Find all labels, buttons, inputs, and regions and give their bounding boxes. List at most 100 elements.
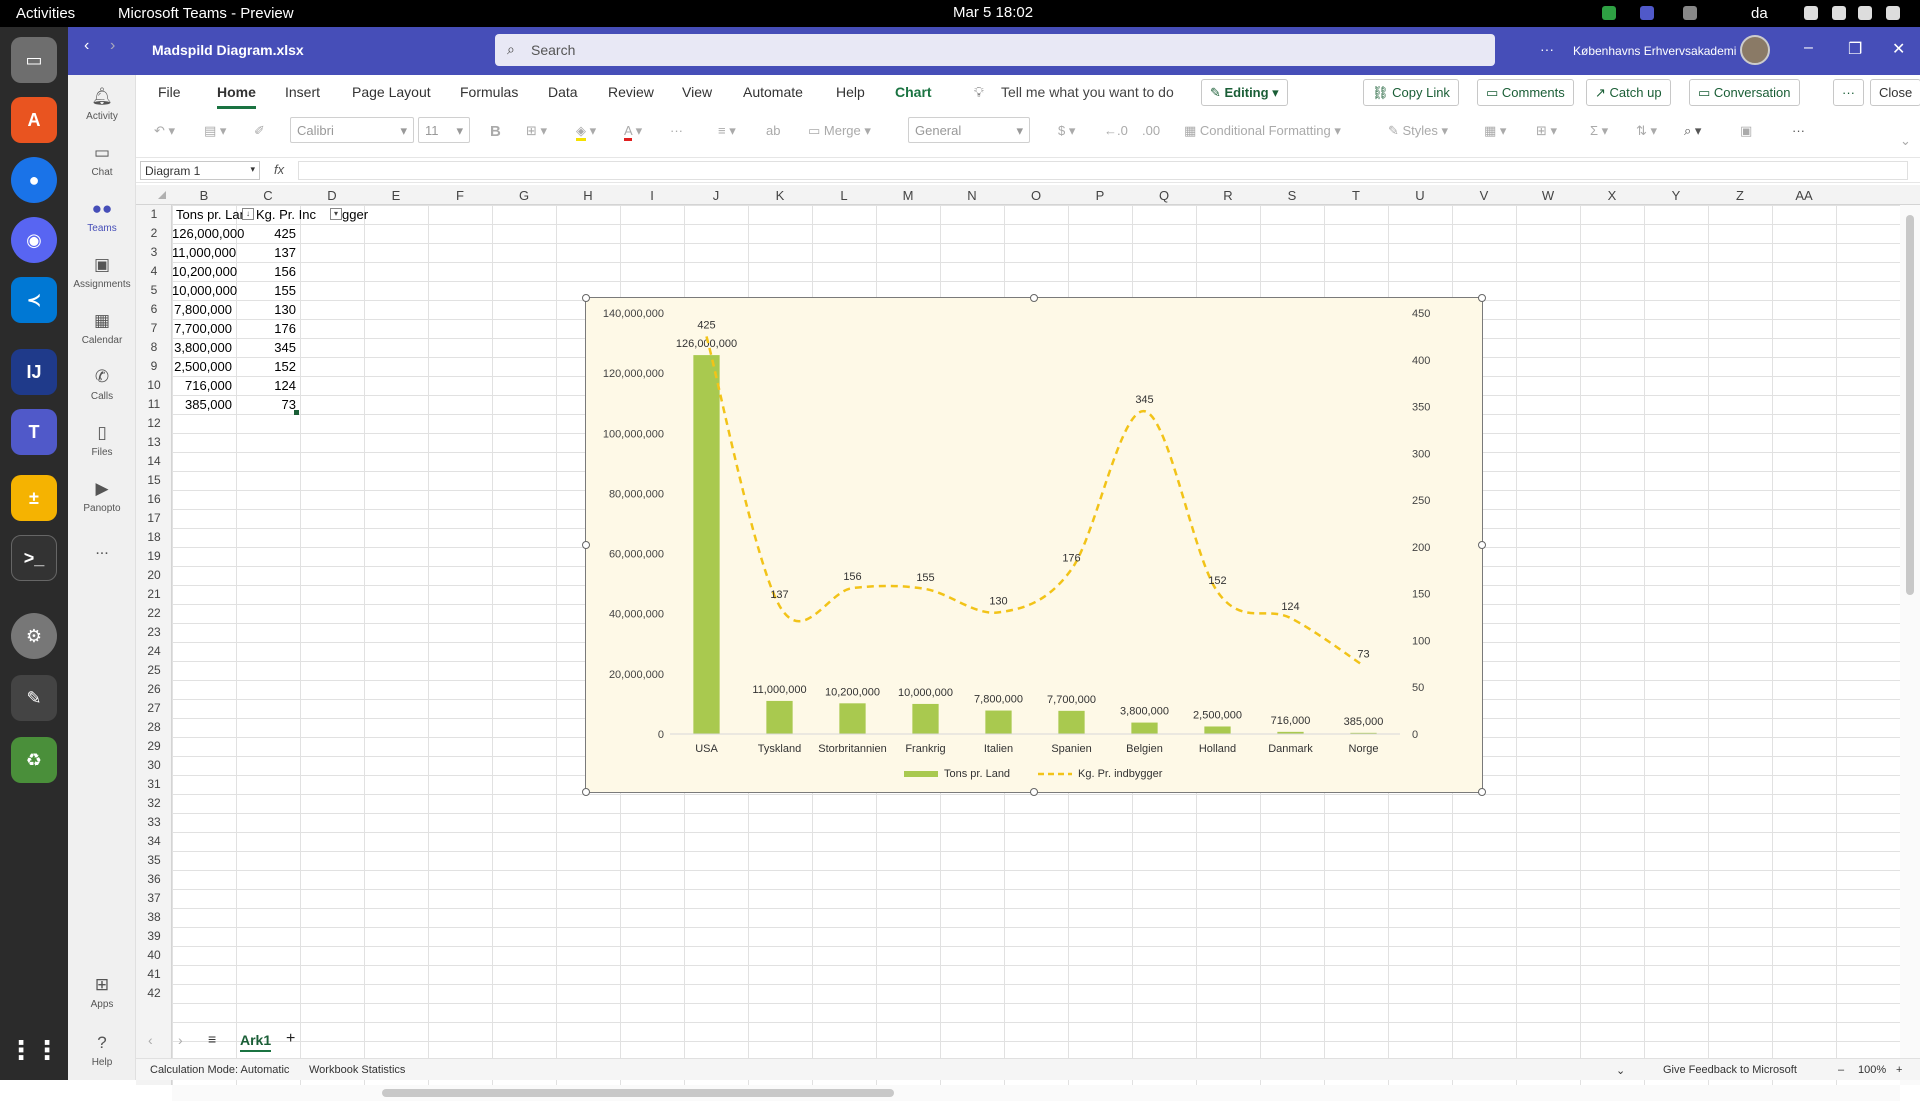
cell-c[interactable]: 156	[236, 262, 296, 281]
font-color-icon[interactable]: A ▾	[624, 123, 642, 141]
terminal-icon[interactable]: >_	[11, 535, 57, 581]
bluetooth-icon[interactable]	[1832, 6, 1846, 20]
row-header[interactable]: 10	[136, 378, 172, 392]
vertical-scroll-thumb[interactable]	[1906, 215, 1914, 595]
column-header[interactable]: J	[684, 188, 748, 203]
cells-icon[interactable]: ⊞ ▾	[1536, 123, 1557, 139]
tab-file[interactable]: File	[158, 84, 181, 100]
row-header[interactable]: 22	[136, 606, 172, 620]
cell-c1[interactable]: Kg. Pr. Inc	[256, 205, 316, 224]
horizontal-scroll-thumb[interactable]	[382, 1089, 894, 1097]
select-all-corner[interactable]	[158, 191, 166, 199]
row-header[interactable]: 23	[136, 625, 172, 639]
gimp-icon[interactable]: ✎	[11, 675, 57, 721]
close-window-icon[interactable]: ✕	[1892, 39, 1905, 59]
column-header[interactable]: V	[1452, 188, 1516, 203]
tab-help[interactable]: Help	[836, 84, 865, 100]
row-header[interactable]: 37	[136, 891, 172, 905]
row-header[interactable]: 12	[136, 416, 172, 430]
row-header[interactable]: 20	[136, 568, 172, 582]
cell-b[interactable]: 2,500,000	[172, 357, 232, 376]
row-header[interactable]: 29	[136, 739, 172, 753]
next-sheet-icon[interactable]: ›	[178, 1032, 183, 1048]
column-header[interactable]: O	[1004, 188, 1068, 203]
row-header[interactable]: 26	[136, 682, 172, 696]
catch-up-button[interactable]: ↗ Catch up	[1586, 79, 1671, 106]
system-clock[interactable]: Mar 5 18:02	[953, 4, 1033, 21]
merge-button[interactable]: ▭ Merge ▾	[808, 123, 871, 139]
tab-automate[interactable]: Automate	[743, 84, 803, 100]
cell-c[interactable]: 73	[236, 395, 296, 414]
teams-app-icon[interactable]: T	[11, 409, 57, 455]
format-painter-icon[interactable]: ✐	[254, 123, 265, 139]
avatar[interactable]	[1740, 35, 1770, 65]
minimize-icon[interactable]: –	[1804, 39, 1813, 57]
chevron-down-icon[interactable]: ⌄	[1616, 1064, 1625, 1077]
rail-panopto[interactable]: ▶ Panopto	[68, 479, 136, 514]
row-header[interactable]: 8	[136, 340, 172, 354]
column-header[interactable]: U	[1388, 188, 1452, 203]
horizontal-scrollbar[interactable]	[172, 1085, 1900, 1101]
restore-icon[interactable]: ❐	[1848, 39, 1862, 59]
row-header[interactable]: 41	[136, 967, 172, 981]
row-header[interactable]: 5	[136, 283, 172, 297]
active-window-title[interactable]: Microsoft Teams - Preview	[118, 5, 294, 22]
font-family-select[interactable]: Calibri ▾	[290, 117, 414, 143]
sort-filter-icon[interactable]: ⇅ ▾	[1636, 123, 1657, 139]
workbook-statistics[interactable]: Workbook Statistics	[309, 1064, 405, 1076]
rail-more[interactable]: ...	[68, 541, 136, 559]
column-header[interactable]: H	[556, 188, 620, 203]
rail-apps[interactable]: ⊞ Apps	[68, 975, 136, 1010]
row-header[interactable]: 34	[136, 834, 172, 848]
rail-assignments[interactable]: ▣ Assignments	[68, 255, 136, 290]
fill-handle[interactable]	[294, 410, 299, 415]
column-header[interactable]: B	[172, 188, 236, 203]
tab-review[interactable]: Review	[608, 84, 654, 100]
tab-data[interactable]: Data	[548, 84, 578, 100]
number-format-select[interactable]: General ▾	[908, 117, 1030, 143]
collapse-ribbon-icon[interactable]: ⌄	[1900, 133, 1911, 149]
row-header[interactable]: 9	[136, 359, 172, 373]
row-header[interactable]: 6	[136, 302, 172, 316]
row-header[interactable]: 39	[136, 929, 172, 943]
zoom-level[interactable]: 100%	[1858, 1064, 1886, 1076]
formula-input[interactable]	[298, 161, 1908, 180]
row-header[interactable]: 27	[136, 701, 172, 715]
more-options-icon[interactable]: ···	[1540, 41, 1554, 57]
app-center-icon[interactable]: A	[11, 97, 57, 143]
analyze-icon[interactable]: ▣	[1740, 123, 1752, 139]
row-header[interactable]: 30	[136, 758, 172, 772]
row-header[interactable]: 16	[136, 492, 172, 506]
cell-b[interactable]: 7,700,000	[172, 319, 232, 338]
zoom-in-icon[interactable]: +	[1896, 1064, 1902, 1076]
column-header[interactable]: I	[620, 188, 684, 203]
styles-button[interactable]: ✎ Styles ▾	[1388, 123, 1448, 139]
cell-c[interactable]: 130	[236, 300, 296, 319]
cell-b[interactable]: 716,000	[172, 376, 232, 395]
undo-icon[interactable]: ↶ ▾	[154, 123, 175, 139]
row-header[interactable]: 31	[136, 777, 172, 791]
editing-mode-button[interactable]: ✎ Editing ▾	[1201, 79, 1288, 106]
tab-view[interactable]: View	[682, 84, 712, 100]
row-header[interactable]: 2	[136, 226, 172, 240]
tab-home[interactable]: Home	[217, 84, 256, 109]
cell-b[interactable]: 10,200,000	[172, 262, 237, 281]
row-header[interactable]: 32	[136, 796, 172, 810]
settings-icon[interactable]: ⚙	[11, 613, 57, 659]
cell-b[interactable]: 126,000,000	[172, 224, 244, 243]
column-header[interactable]: W	[1516, 188, 1580, 203]
prev-sheet-icon[interactable]: ‹	[148, 1032, 153, 1048]
cell-b[interactable]: 10,000,000	[172, 281, 237, 300]
column-header[interactable]: S	[1260, 188, 1324, 203]
chart-resize-handle[interactable]	[1030, 788, 1038, 796]
column-header[interactable]: P	[1068, 188, 1132, 203]
cell-b[interactable]: 11,000,000	[172, 243, 236, 262]
column-header[interactable]: G	[492, 188, 556, 203]
column-header[interactable]: T	[1324, 188, 1388, 203]
chart-resize-handle[interactable]	[582, 788, 590, 796]
row-header[interactable]: 28	[136, 720, 172, 734]
fill-color-icon[interactable]: ◈ ▾	[576, 123, 596, 141]
trash-icon[interactable]: ♻	[11, 737, 57, 783]
files-app-icon[interactable]: ▭	[11, 37, 57, 83]
sheet-tab-ark1[interactable]: Ark1	[240, 1032, 272, 1052]
